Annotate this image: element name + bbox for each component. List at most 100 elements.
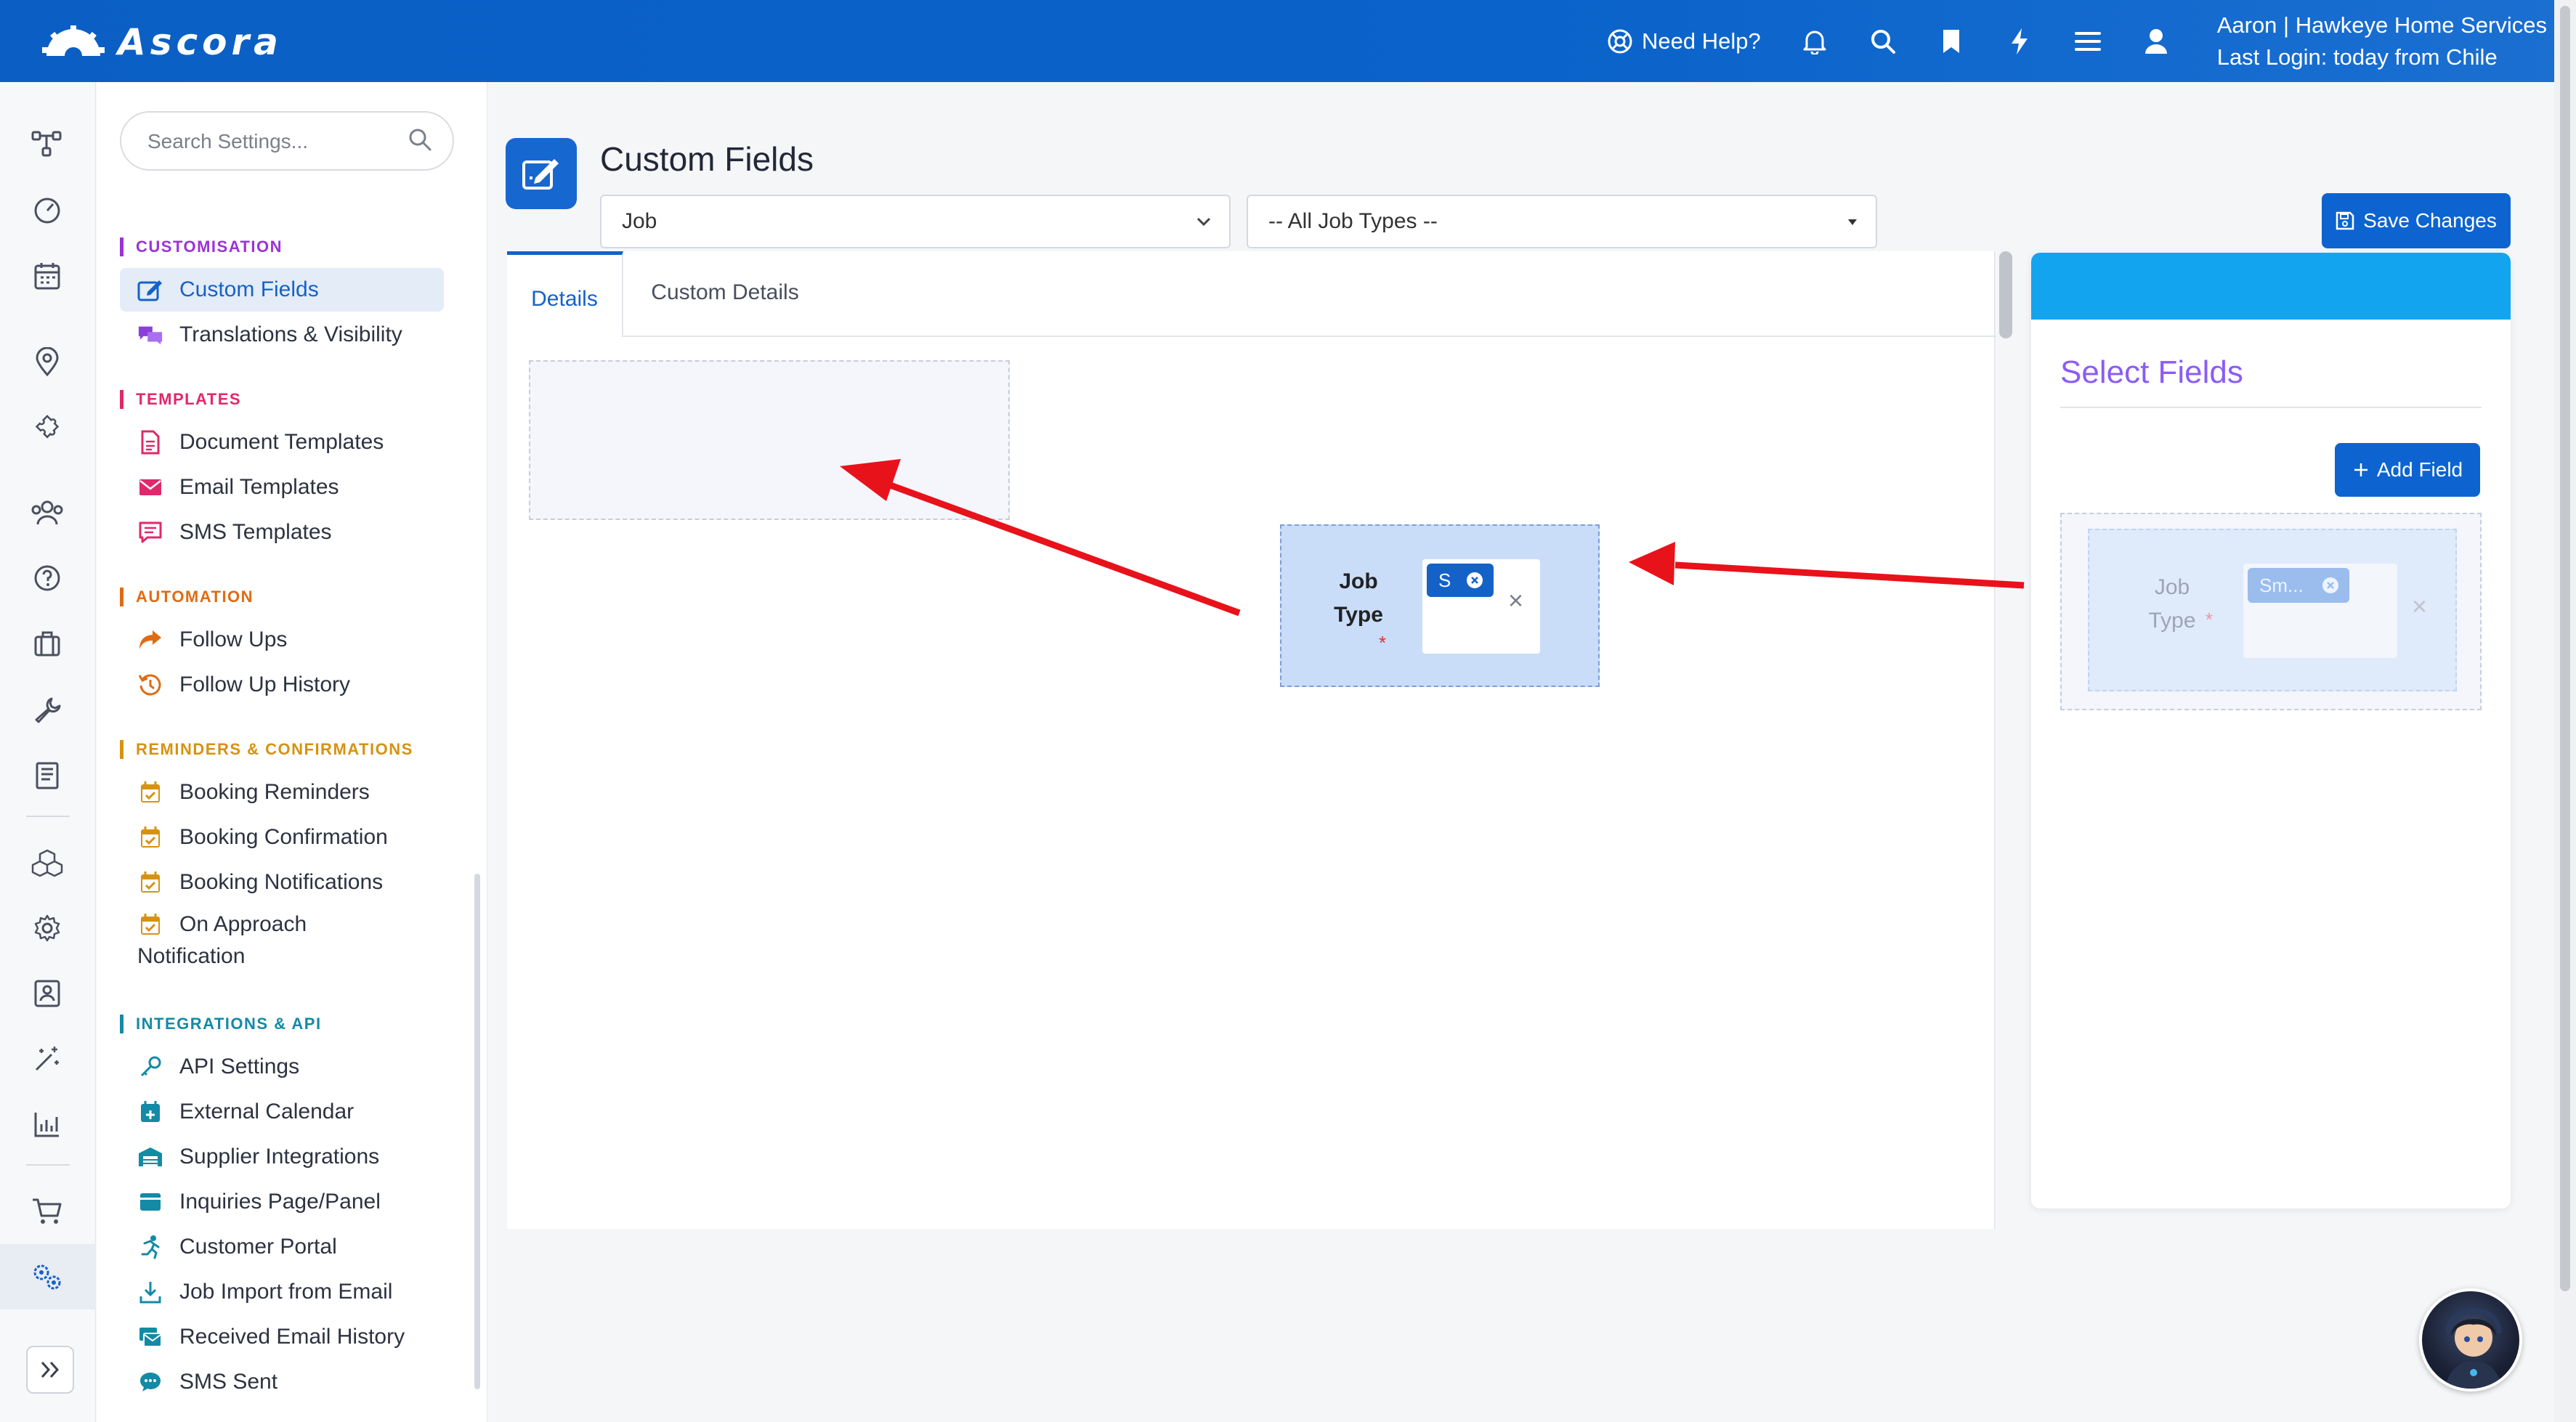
field-drop-zone[interactable]	[529, 360, 1010, 520]
rail-calendar[interactable]	[29, 258, 65, 294]
edit-square-icon	[522, 159, 559, 190]
rail-dashboard[interactable]	[29, 192, 65, 229]
sidebar-item-received-email-history[interactable]: Received Email History	[120, 1315, 444, 1359]
share-arrow-icon	[137, 627, 163, 653]
bookmarks-button[interactable]	[1937, 27, 1966, 56]
sidebar-item-sms-templates[interactable]: SMS Templates	[120, 511, 444, 554]
sidebar-item-inquiries[interactable]: Inquiries Page/Panel	[120, 1180, 444, 1224]
sidebar-item-custom-fields[interactable]: Custom Fields	[120, 268, 444, 312]
sidebar-item-supplier-integrations[interactable]: Supplier Integrations	[120, 1135, 444, 1179]
calendar-icon	[34, 263, 60, 290]
add-field-label: Add Field	[2376, 458, 2463, 481]
dragged-field-card[interactable]: Job Type * S ×	[1280, 524, 1600, 687]
window-scrollbar[interactable]	[2554, 0, 2576, 1422]
sidebar-scrollbar[interactable]	[474, 874, 480, 1389]
entity-select[interactable]: Job	[600, 195, 1231, 248]
quick-actions-button[interactable]	[2005, 27, 2034, 56]
app-logo[interactable]: Ascora	[41, 20, 283, 64]
rail-reports[interactable]	[29, 1106, 65, 1142]
lifebuoy-icon	[1608, 29, 1632, 53]
sidebar-item-label: Booking Reminders	[179, 780, 370, 804]
sidebar-item-label: Inquiries Page/Panel	[179, 1190, 381, 1214]
search-icon[interactable]	[408, 127, 432, 152]
sidebar-item-booking-reminders[interactable]: Booking Reminders	[120, 771, 444, 814]
double-chevron-right-icon	[41, 1361, 60, 1378]
top-bar: Ascora Need Help? Aaron | Hawkeye Home S…	[0, 0, 2576, 82]
selected-chip[interactable]: S	[1427, 564, 1494, 597]
rail-integrations[interactable]	[29, 409, 65, 445]
sidebar-item-translations[interactable]: Translations & Visibility	[120, 313, 444, 357]
selected-chip: Sm...	[2248, 568, 2349, 603]
sidebar-item-label: SMS Templates	[179, 520, 332, 544]
need-help-link[interactable]: Need Help?	[1607, 28, 1761, 54]
rail-system-settings[interactable]	[29, 1259, 65, 1295]
sidebar-item-label: Follow Up History	[179, 673, 351, 696]
sidebar-item-label: Booking Confirmation	[179, 825, 388, 849]
gauge-icon	[34, 198, 60, 224]
sidebar-item-job-import[interactable]: Job Import from Email	[120, 1270, 444, 1314]
assistant-character-icon	[2445, 1307, 2503, 1389]
user-button[interactable]	[2142, 27, 2171, 56]
add-field-button[interactable]: Add Field	[2335, 443, 2480, 497]
tab-details[interactable]: Details	[507, 251, 623, 337]
section-automation: AUTOMATION	[120, 588, 254, 606]
id-card-icon	[34, 980, 60, 1007]
notifications-button[interactable]	[1800, 27, 1829, 56]
sidebar-item-follow-up-history[interactable]: Follow Up History	[120, 663, 444, 707]
sidebar-item-sms-sent[interactable]: SMS Sent	[120, 1360, 444, 1404]
running-person-icon	[137, 1234, 163, 1260]
sidebar-item-email-templates[interactable]: Email Templates	[120, 466, 444, 509]
calendar-check-icon	[137, 779, 163, 805]
user-icon	[2144, 28, 2167, 54]
field-label: Job Type	[1334, 569, 1383, 627]
ghost-field-card[interactable]: Job Type * Sm... ×	[2088, 529, 2457, 691]
top-nav: Need Help? Aaron | Hawkeye Home Services…	[1607, 0, 2547, 82]
job-type-select-value: -- All Job Types --	[1268, 209, 1438, 233]
sidebar-item-booking-confirmation[interactable]: Booking Confirmation	[120, 816, 444, 859]
sidebar-item-label: Job Import from Email	[179, 1280, 393, 1304]
sidebar-item-api-settings[interactable]: API Settings	[120, 1045, 444, 1089]
sidebar-item-follow-ups[interactable]: Follow Ups	[120, 618, 444, 662]
rail-help[interactable]	[29, 560, 65, 596]
chat-bubbles-icon	[137, 322, 163, 348]
rail-map[interactable]	[29, 344, 65, 380]
menu-button[interactable]	[2073, 27, 2102, 56]
canvas-scrollbar[interactable]	[1999, 251, 2012, 338]
search-button[interactable]	[1868, 27, 1897, 56]
rail-inventory[interactable]	[29, 845, 65, 881]
rail-settings[interactable]	[29, 910, 65, 946]
rail-tools[interactable]	[29, 692, 65, 728]
rail-divider-2	[26, 1164, 70, 1166]
sidebar-item-external-calendar[interactable]: External Calendar	[120, 1090, 444, 1134]
rail-shop[interactable]	[29, 1193, 65, 1230]
wrench-icon	[35, 697, 61, 723]
sidebar-item-document-templates[interactable]: Document Templates	[120, 420, 444, 464]
sidebar-item-on-approach[interactable]: On Approach Notification	[120, 903, 425, 968]
window-scrollbar-thumb[interactable]	[2560, 6, 2570, 1291]
rail-documents[interactable]	[29, 757, 65, 794]
save-changes-button[interactable]: Save Changes	[2322, 193, 2511, 248]
sidebar-item-booking-notifications[interactable]: Booking Notifications	[120, 861, 444, 904]
assistant-avatar[interactable]	[2419, 1288, 2522, 1391]
section-reminders: REMINDERS & CONFIRMATIONS	[120, 740, 413, 759]
rail-contacts[interactable]	[29, 495, 65, 531]
close-circle-icon[interactable]	[1466, 572, 1483, 589]
search-input[interactable]	[147, 126, 394, 158]
job-type-select[interactable]: -- All Job Types --	[1247, 195, 1877, 248]
icon-rail	[0, 82, 96, 1422]
field-label: Job Type	[2148, 575, 2196, 633]
section-integrations: INTEGRATIONS & API	[120, 1015, 322, 1033]
user-info[interactable]: Aaron | Hawkeye Home Services Last Login…	[2217, 9, 2547, 73]
download-icon	[137, 1279, 163, 1305]
rail-workflow[interactable]	[29, 126, 65, 162]
rail-staff[interactable]	[29, 975, 65, 1012]
tab-custom-details[interactable]: Custom Details	[645, 251, 805, 337]
mail-stack-icon	[137, 1324, 163, 1350]
page-icon	[506, 138, 577, 209]
sidebar-item-customer-portal[interactable]: Customer Portal	[120, 1225, 444, 1269]
rail-magic[interactable]	[29, 1041, 65, 1077]
remove-field-icon: ×	[2412, 591, 2428, 621]
rail-jobs[interactable]	[29, 625, 65, 662]
expand-sidebar-button[interactable]	[26, 1346, 74, 1394]
remove-field-icon[interactable]: ×	[1508, 585, 1523, 616]
